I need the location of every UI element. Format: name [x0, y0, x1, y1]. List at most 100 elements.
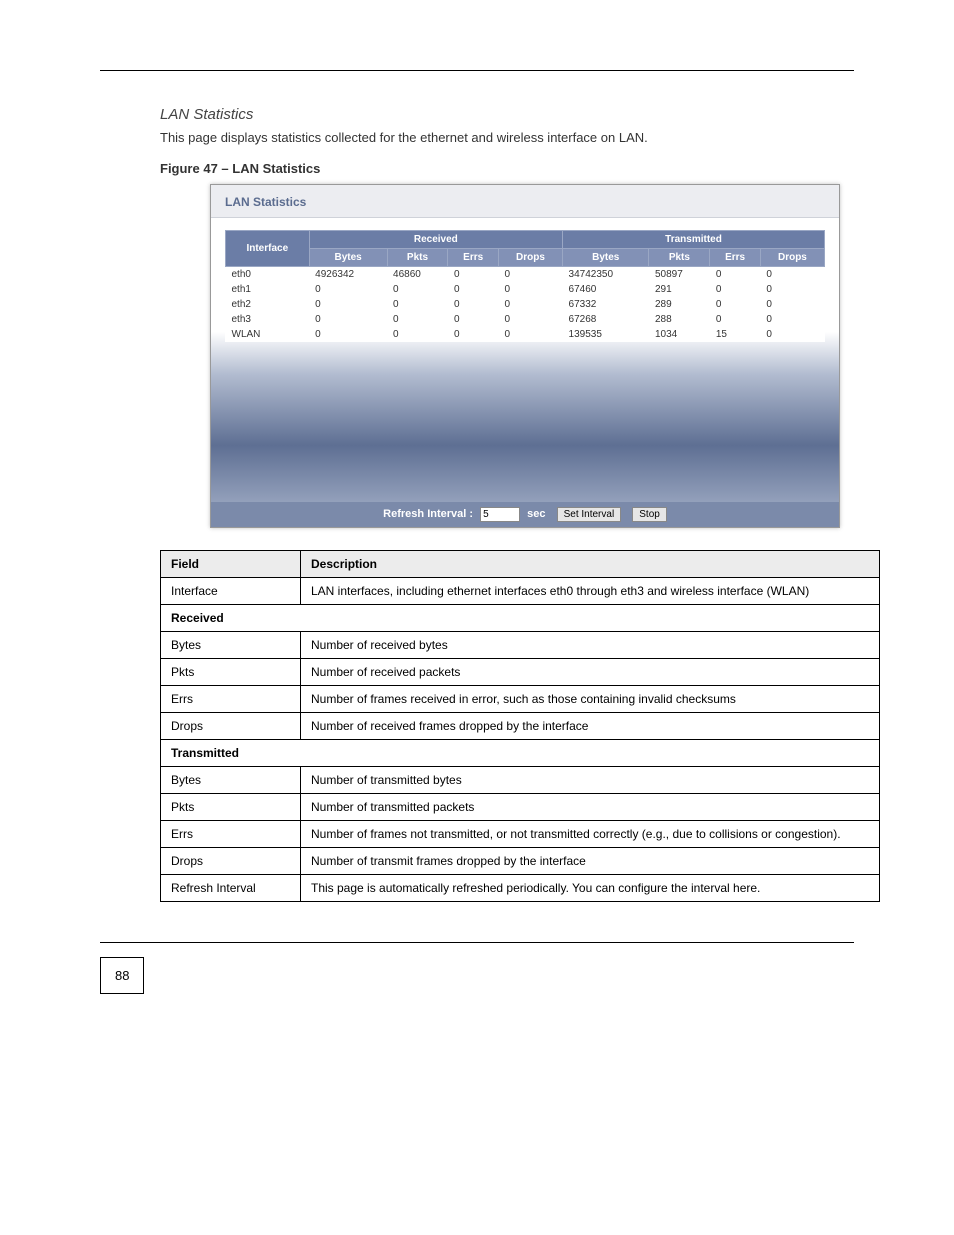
table-row: eth049263424686000347423505089700 [226, 266, 825, 282]
cell-t_drops: 0 [760, 266, 824, 282]
desc-field: Errs [161, 820, 301, 847]
desc-row: Transmitted [161, 739, 880, 766]
desc-section-label: Received [161, 604, 880, 631]
desc-field: Errs [161, 685, 301, 712]
set-interval-button[interactable]: Set Interval [557, 507, 622, 522]
cell-t_pkts: 50897 [649, 266, 710, 282]
col-t-drops: Drops [760, 248, 824, 266]
refresh-bar: Refresh Interval : sec Set Interval Stop [211, 502, 839, 527]
desc-row: PktsNumber of transmitted packets [161, 793, 880, 820]
col-t-pkts: Pkts [649, 248, 710, 266]
desc-field: Bytes [161, 631, 301, 658]
cell-t_pkts: 289 [649, 297, 710, 312]
desc-text: Number of received frames dropped by the… [301, 712, 880, 739]
cell-t_errs: 0 [710, 266, 761, 282]
panel-title: LAN Statistics [211, 185, 839, 218]
cell-t_bytes: 67332 [563, 297, 649, 312]
figure-caption: Figure 47 – LAN Statistics [160, 161, 894, 176]
cell-r_drops: 0 [498, 327, 562, 342]
col-t-errs: Errs [710, 248, 761, 266]
desc-text: Number of transmitted packets [301, 793, 880, 820]
cell-r_pkts: 0 [387, 297, 448, 312]
desc-row: BytesNumber of received bytes [161, 631, 880, 658]
refresh-input[interactable] [480, 507, 520, 522]
desc-row: ErrsNumber of frames received in error, … [161, 685, 880, 712]
desc-row: PktsNumber of received packets [161, 658, 880, 685]
desc-section-label: Transmitted [161, 739, 880, 766]
desc-head-desc: Description [301, 550, 880, 577]
cell-t_drops: 0 [760, 282, 824, 297]
cell-r_pkts: 0 [387, 282, 448, 297]
desc-text: Number of frames not transmitted, or not… [301, 820, 880, 847]
desc-row: Received [161, 604, 880, 631]
cell-r_bytes: 4926342 [309, 266, 387, 282]
cell-r_bytes: 0 [309, 282, 387, 297]
cell-t_pkts: 1034 [649, 327, 710, 342]
desc-field: Bytes [161, 766, 301, 793]
desc-text: Number of received packets [301, 658, 880, 685]
desc-text: This page is automatically refreshed per… [301, 874, 880, 901]
description-table: Field Description InterfaceLAN interface… [160, 550, 880, 902]
cell-t_bytes: 139535 [563, 327, 649, 342]
desc-row: BytesNumber of transmitted bytes [161, 766, 880, 793]
desc-text: Number of frames received in error, such… [301, 685, 880, 712]
cell-t_drops: 0 [760, 297, 824, 312]
cell-r_errs: 0 [448, 327, 499, 342]
cell-iface: eth3 [226, 312, 310, 327]
cell-r_pkts: 0 [387, 327, 448, 342]
table-row: eth100006746029100 [226, 282, 825, 297]
stop-button[interactable]: Stop [632, 507, 667, 522]
cell-r_errs: 0 [448, 297, 499, 312]
refresh-label: Refresh Interval : [383, 508, 473, 520]
table-row: eth300006726828800 [226, 312, 825, 327]
lan-stats-screenshot: LAN Statistics Interface Received Transm… [210, 184, 840, 528]
col-r-pkts: Pkts [387, 248, 448, 266]
cell-r_bytes: 0 [309, 297, 387, 312]
cell-t_pkts: 291 [649, 282, 710, 297]
desc-row: DropsNumber of received frames dropped b… [161, 712, 880, 739]
col-r-errs: Errs [448, 248, 499, 266]
stats-area: Interface Received Transmitted Bytes Pkt… [211, 218, 839, 502]
cell-r_bytes: 0 [309, 312, 387, 327]
desc-row: DropsNumber of transmit frames dropped b… [161, 847, 880, 874]
cell-r_drops: 0 [498, 282, 562, 297]
table-row: eth200006733228900 [226, 297, 825, 312]
cell-t_errs: 0 [710, 297, 761, 312]
desc-text: LAN interfaces, including ethernet inter… [301, 577, 880, 604]
col-r-bytes: Bytes [309, 248, 387, 266]
desc-field: Pkts [161, 658, 301, 685]
desc-field: Pkts [161, 793, 301, 820]
desc-field: Interface [161, 577, 301, 604]
cell-r_pkts: 0 [387, 312, 448, 327]
stats-table: Interface Received Transmitted Bytes Pkt… [225, 230, 825, 342]
cell-iface: WLAN [226, 327, 310, 342]
sec-label: sec [527, 508, 545, 520]
desc-row: Refresh IntervalThis page is automatical… [161, 874, 880, 901]
cell-r_drops: 0 [498, 266, 562, 282]
cell-r_errs: 0 [448, 282, 499, 297]
cell-t_bytes: 67460 [563, 282, 649, 297]
cell-iface: eth1 [226, 282, 310, 297]
cell-iface: eth2 [226, 297, 310, 312]
page-number: 88 [100, 957, 144, 994]
cell-r_pkts: 46860 [387, 266, 448, 282]
col-r-drops: Drops [498, 248, 562, 266]
desc-text: Number of transmit frames dropped by the… [301, 847, 880, 874]
intro-text: This page displays statistics collected … [160, 129, 880, 147]
desc-field: Refresh Interval [161, 874, 301, 901]
table-row: WLAN00001395351034150 [226, 327, 825, 342]
col-received: Received [309, 230, 562, 248]
cell-t_bytes: 67268 [563, 312, 649, 327]
col-transmitted: Transmitted [563, 230, 825, 248]
col-t-bytes: Bytes [563, 248, 649, 266]
desc-text: Number of received bytes [301, 631, 880, 658]
desc-text: Number of transmitted bytes [301, 766, 880, 793]
page-footer-rule [100, 942, 854, 943]
cell-iface: eth0 [226, 266, 310, 282]
cell-t_drops: 0 [760, 327, 824, 342]
desc-row: InterfaceLAN interfaces, including ether… [161, 577, 880, 604]
cell-r_drops: 0 [498, 312, 562, 327]
col-interface: Interface [226, 230, 310, 266]
cell-t_errs: 0 [710, 282, 761, 297]
cell-r_errs: 0 [448, 312, 499, 327]
